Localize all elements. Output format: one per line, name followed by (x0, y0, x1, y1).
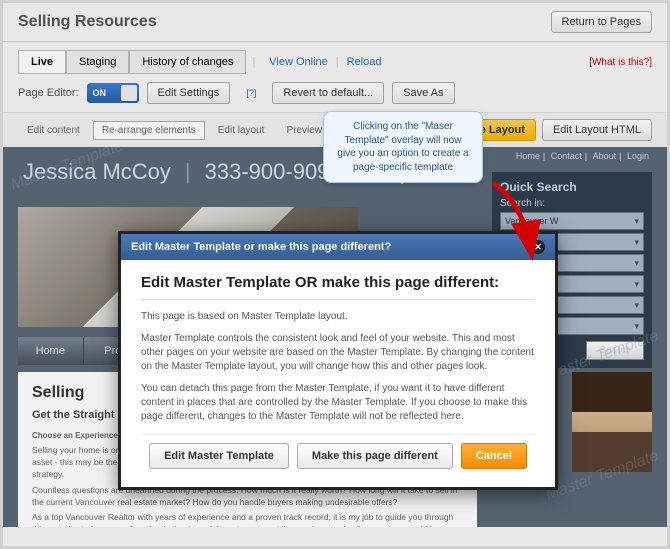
edit-master-template-button[interactable]: Edit Master Template (149, 443, 289, 469)
dialog-title: Edit Master Template OR make this page d… (141, 274, 535, 300)
dialog-buttons: Edit Master Template Make this page diff… (141, 434, 535, 473)
dialog-header: Edit Master Template or make this page d… (121, 234, 555, 260)
dialog-header-text: Edit Master Template or make this page d… (131, 241, 391, 253)
cancel-button[interactable]: Cancel (461, 443, 527, 469)
dialog-p3: You can detach this page from the Master… (141, 382, 535, 424)
close-icon[interactable]: ✕ (531, 240, 545, 254)
dialog-p2: Master Template controls the consistent … (141, 332, 535, 374)
dialog-p1: This page is based on Master Template la… (141, 310, 535, 324)
dialog-body: Edit Master Template OR make this page d… (121, 260, 555, 487)
annotation-callout: Clicking on the "Maser Template" overlay… (323, 111, 483, 183)
master-template-dialog: Edit Master Template or make this page d… (118, 231, 558, 490)
make-page-different-button[interactable]: Make this page different (297, 443, 453, 469)
